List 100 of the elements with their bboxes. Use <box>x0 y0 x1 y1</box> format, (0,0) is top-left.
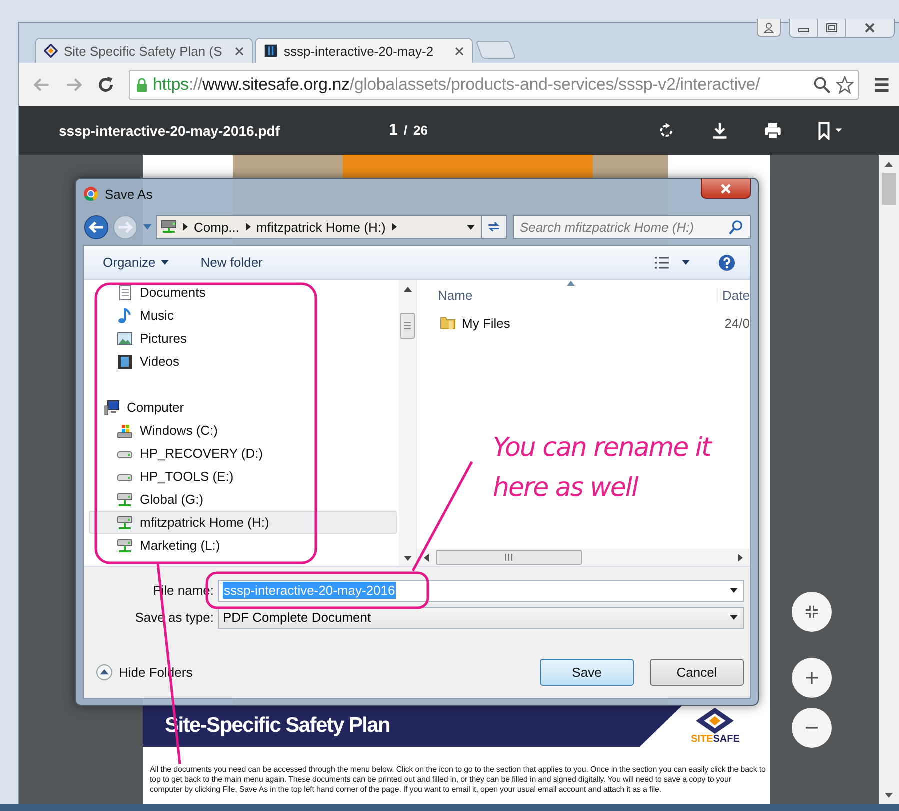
document-icon <box>264 44 278 58</box>
scrollbar[interactable] <box>879 155 899 804</box>
annotation-text: You can rename it here as well <box>493 432 714 505</box>
help-icon[interactable] <box>718 254 736 272</box>
nav-tree-item[interactable]: Computer <box>89 396 397 419</box>
refresh-button[interactable] <box>482 215 507 239</box>
shrink-icon <box>805 605 819 619</box>
search-icon <box>729 220 744 234</box>
nav-tree-item[interactable]: Pictures <box>89 327 397 350</box>
url-text: https://www.sitesafe.org.nz/globalassets/products-and-services/sssp-v2/interactive/ <box>153 74 762 94</box>
browser-tab[interactable]: Site Specific Safety Plan (S <box>35 38 253 63</box>
save-button[interactable]: Save <box>540 659 634 686</box>
plus-icon <box>804 670 820 686</box>
intro-paragraph: All the documents you need can be accessed through the menu below. Click on the icon to go to the section that applies to you. Once in the section you can easily click the back to top to get back to the main menu again. These documents can be printed out and filled in, or they can be filled in and signed digitally. You will need to save a copy to your computer by clicking File, Save As in the top left hand corner of the page. If you want to email it, open your usual email account and attach it as a file. <box>150 765 766 795</box>
new-folder-button[interactable]: New folder <box>200 255 263 270</box>
refresh-icon <box>487 220 501 234</box>
nav-tree-item[interactable]: mfitzpatrick Home (H:) <box>89 511 397 534</box>
nav-tree-item[interactable]: HP_TOOLS (E:) <box>89 465 397 488</box>
lock-icon <box>136 78 148 92</box>
close-icon[interactable] <box>235 46 244 56</box>
bookmark-icon[interactable] <box>817 122 845 140</box>
nav-tree-item[interactable]: Global (G:) <box>89 488 397 511</box>
star-icon[interactable] <box>836 76 854 94</box>
close-button[interactable] <box>846 19 894 37</box>
minus-icon <box>804 726 820 730</box>
date-cell-text: 24/0 <box>724 316 750 330</box>
collapse-icon[interactable] <box>96 664 113 681</box>
breadcrumb-bar[interactable]: Comp... mfitzpatrick Home (H:) <box>156 215 482 239</box>
caret-icon[interactable] <box>682 260 690 265</box>
scroll-up-icon[interactable] <box>404 287 412 292</box>
music-note-icon <box>117 308 133 324</box>
view-list-icon[interactable] <box>654 256 670 270</box>
scroll-left-icon[interactable] <box>424 554 429 562</box>
organize-menu[interactable]: Organize <box>103 255 156 270</box>
file-name: sssp-interactive-20-may-2016.pdf <box>59 122 281 138</box>
page-number[interactable]: 1 <box>389 122 398 140</box>
dialog-title: Save As <box>105 186 153 202</box>
nav-tree-item[interactable]: Marketing (L:) <box>89 534 397 557</box>
caret-icon[interactable] <box>730 588 738 593</box>
network-drive-icon <box>117 492 133 508</box>
nav-tree-item[interactable]: HP_RECOVERY (D:) <box>89 442 397 465</box>
close-icon <box>863 23 877 33</box>
scroll-down-icon[interactable] <box>404 556 412 561</box>
picture-icon <box>117 330 133 346</box>
minimize-button[interactable] <box>790 19 818 37</box>
diamond-logo-icon <box>696 708 734 734</box>
reload-icon[interactable] <box>97 76 115 94</box>
close-icon[interactable] <box>455 46 464 56</box>
scrollbar[interactable] <box>417 549 750 566</box>
maximize-button[interactable] <box>818 19 846 37</box>
browser-tab[interactable]: sssp-interactive-20-may-2 <box>255 38 473 63</box>
page-total: 26 <box>414 122 428 138</box>
network-drive-icon <box>161 220 177 234</box>
sort-arrow-icon <box>567 281 575 286</box>
close-button[interactable] <box>701 179 751 199</box>
breadcrumb-item[interactable]: mfitzpatrick Home (H:) <box>256 220 386 234</box>
logo-text: SITESAFE <box>691 734 740 744</box>
scroll-down-icon[interactable] <box>885 793 893 798</box>
network-drive-icon <box>117 538 133 554</box>
column-header[interactable]: Name <box>438 288 473 302</box>
close-icon <box>720 184 732 194</box>
scrollbar[interactable] <box>399 280 416 566</box>
address-bar[interactable]: https://www.sitesafe.org.nz/globalassets/products-and-services/sssp-v2/interactive/ <box>129 70 859 100</box>
chevron-icon[interactable] <box>246 223 251 231</box>
file-name-cell[interactable]: My Files <box>462 316 510 330</box>
caret-icon[interactable] <box>730 615 738 620</box>
scroll-right-icon[interactable] <box>738 554 743 562</box>
download-icon[interactable] <box>711 122 729 140</box>
search-field[interactable]: Search mfitzpatrick Home (H:) <box>513 215 751 239</box>
nav-tree-item[interactable]: Videos <box>89 350 397 373</box>
page-separator: / <box>404 122 408 138</box>
cancel-button[interactable]: Cancel <box>650 659 744 686</box>
column-header[interactable]: Date <box>716 288 750 302</box>
scroll-up-icon[interactable] <box>885 162 893 167</box>
breadcrumb-item[interactable]: Comp... <box>194 220 240 234</box>
scroll-thumb[interactable] <box>882 173 896 205</box>
caret-icon[interactable] <box>160 260 169 265</box>
person-icon <box>763 22 775 34</box>
grip-icon <box>505 554 513 561</box>
system-drive-icon <box>117 422 133 438</box>
nav-tree-item[interactable]: Documents <box>89 281 397 304</box>
zoom-icon[interactable] <box>813 76 831 94</box>
restore-icon <box>826 23 838 33</box>
browser-logo-icon <box>83 186 99 202</box>
folder-icon <box>440 315 456 331</box>
user-button[interactable] <box>757 19 781 37</box>
computer-icon <box>104 400 120 416</box>
network-drive-icon <box>117 514 133 530</box>
document-icon <box>117 284 133 300</box>
film-icon <box>117 354 133 370</box>
nav-tree-item[interactable]: Music <box>89 304 397 327</box>
grip-icon <box>404 322 411 330</box>
back-button[interactable] <box>83 214 110 240</box>
menu-icon[interactable] <box>873 76 891 94</box>
chevron-icon[interactable] <box>183 223 188 231</box>
caret-icon[interactable] <box>467 224 475 230</box>
print-icon[interactable] <box>764 122 782 140</box>
save-type-dropdown[interactable]: PDF Complete Document <box>218 606 744 628</box>
nav-tree-item[interactable]: Windows (C:) <box>89 419 397 442</box>
chevron-icon[interactable] <box>392 223 397 231</box>
